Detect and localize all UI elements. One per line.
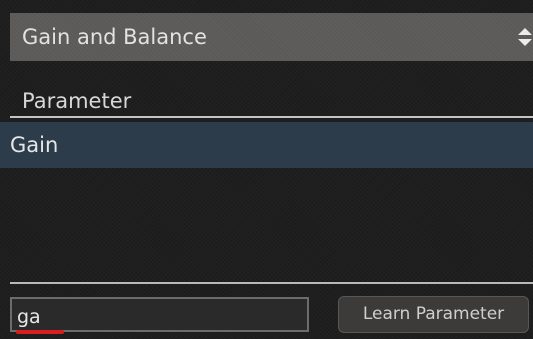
parameter-column-header: Parameter	[22, 89, 132, 113]
parameter-panel: Gain and Balance Parameter Gain Learn Pa…	[0, 0, 533, 339]
chevron-updown-icon	[518, 28, 532, 46]
parameter-list: Gain	[0, 122, 533, 280]
header-divider	[10, 116, 533, 118]
list-item-label: Gain	[10, 133, 59, 157]
search-input[interactable]	[10, 297, 309, 332]
list-item-gain[interactable]: Gain	[0, 122, 533, 168]
preset-selector[interactable]: Gain and Balance	[10, 13, 533, 61]
preset-selector-value: Gain and Balance	[22, 25, 207, 49]
list-divider	[10, 282, 533, 284]
spellcheck-underline	[16, 330, 64, 334]
learn-parameter-button[interactable]: Learn Parameter	[338, 296, 529, 333]
